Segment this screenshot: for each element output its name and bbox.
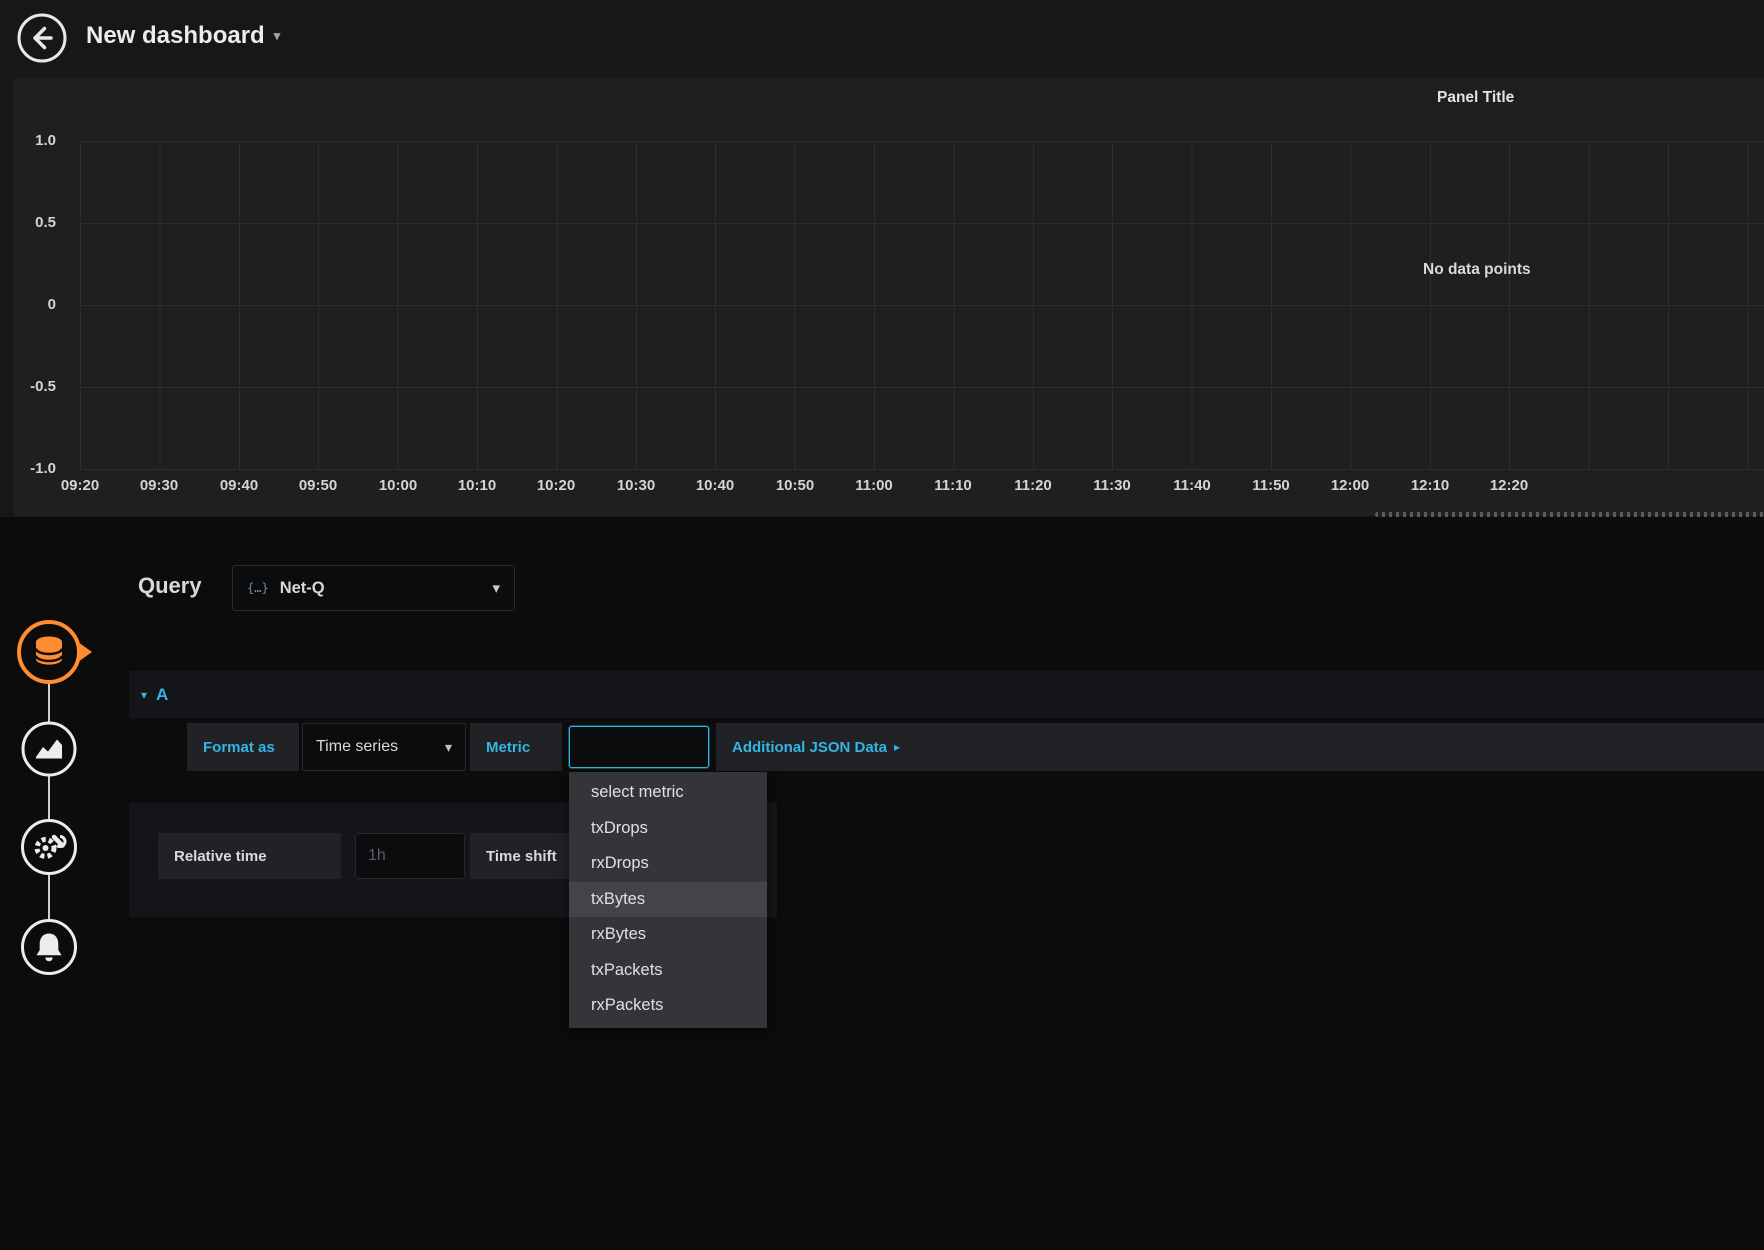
tab-connector-line — [48, 652, 50, 948]
grafana-screen: New dashboard ▾ Panel Title No data point… — [0, 0, 1764, 1250]
metric-dropdown-menu: select metric txDrops rxDrops txBytes rx… — [569, 772, 767, 1028]
x-tick: 12:10 — [1395, 477, 1465, 494]
dropdown-item-txbytes[interactable]: txBytes — [569, 882, 767, 918]
x-tick: 10:10 — [442, 477, 512, 494]
tab-visualization[interactable] — [20, 720, 78, 783]
y-tick: -0.5 — [14, 378, 56, 395]
additional-json-label: Additional JSON Data — [732, 739, 887, 756]
json-braces-icon: {…} — [247, 581, 269, 595]
x-tick: 11:40 — [1157, 477, 1227, 494]
x-tick: 12:20 — [1474, 477, 1544, 494]
database-icon — [15, 617, 92, 687]
tab-general-settings[interactable] — [19, 817, 79, 882]
query-section-label: Query — [138, 573, 202, 599]
chart-icon — [20, 720, 78, 778]
query-ref-id: A — [156, 685, 168, 705]
query-row-header[interactable]: ▾ A — [129, 671, 1764, 718]
plot-area[interactable] — [80, 141, 1764, 470]
chevron-down-icon: ▾ — [492, 579, 500, 597]
y-tick: -1.0 — [14, 460, 56, 477]
format-as-select[interactable]: Time series ▾ — [302, 723, 466, 771]
panel-title[interactable]: Panel Title — [1437, 89, 1514, 107]
no-data-text: No data points — [1423, 261, 1531, 279]
x-tick: 10:30 — [601, 477, 671, 494]
query-editor-row: Format as Time series ▾ Metric Additiona… — [187, 723, 1764, 771]
chevron-down-icon: ▾ — [274, 28, 281, 43]
x-tick: 11:20 — [998, 477, 1068, 494]
format-as-value: Time series — [316, 738, 398, 756]
dashboard-title-text: New dashboard — [86, 22, 265, 49]
dropdown-item-txdrops[interactable]: txDrops — [569, 811, 767, 847]
relative-time-input[interactable] — [355, 833, 465, 879]
dropdown-item-rxbytes[interactable]: rxBytes — [569, 917, 767, 953]
x-tick: 09:30 — [124, 477, 194, 494]
dropdown-item-rxpackets[interactable]: rxPackets — [569, 988, 767, 1024]
x-tick: 11:30 — [1077, 477, 1147, 494]
x-tick: 11:00 — [839, 477, 909, 494]
chevron-right-icon: ▸ — [894, 740, 900, 754]
metric-label: Metric — [470, 723, 562, 771]
relative-time-label: Relative time — [158, 833, 341, 879]
arrow-left-icon — [16, 12, 68, 64]
dashboard-top-region: New dashboard ▾ Panel Title No data point… — [0, 0, 1764, 517]
y-tick: 0.5 — [14, 214, 56, 231]
x-tick: 11:10 — [918, 477, 988, 494]
datasource-name: Net-Q — [280, 579, 325, 598]
x-tick: 09:20 — [45, 477, 115, 494]
datasource-select[interactable]: {…} Net-Q ▾ — [232, 565, 515, 611]
gear-icon — [19, 817, 79, 877]
x-tick: 09:50 — [283, 477, 353, 494]
x-tick: 11:50 — [1236, 477, 1306, 494]
x-tick: 09:40 — [204, 477, 274, 494]
y-tick: 0 — [14, 296, 56, 313]
back-button[interactable] — [16, 12, 68, 64]
x-tick: 10:00 — [363, 477, 433, 494]
dropdown-item-rxdrops[interactable]: rxDrops — [569, 846, 767, 882]
x-tick: 10:40 — [680, 477, 750, 494]
horizontal-scrollbar[interactable] — [1375, 512, 1764, 517]
tab-queries[interactable] — [15, 617, 92, 692]
x-tick: 10:20 — [521, 477, 591, 494]
dropdown-item-select-metric[interactable]: select metric — [569, 775, 767, 811]
dropdown-item-txpackets[interactable]: txPackets — [569, 953, 767, 989]
y-tick: 1.0 — [14, 132, 56, 149]
metric-input[interactable] — [569, 726, 709, 768]
bell-icon — [19, 917, 79, 977]
x-tick: 12:00 — [1315, 477, 1385, 494]
x-tick: 10:50 — [760, 477, 830, 494]
graph-panel: Panel Title No data points 1.0 0.5 0 -0.… — [14, 78, 1764, 516]
tab-alert[interactable] — [19, 917, 79, 982]
format-as-label: Format as — [187, 723, 299, 771]
metric-input-wrap — [565, 723, 713, 771]
chevron-down-icon: ▾ — [141, 688, 147, 702]
dashboard-title[interactable]: New dashboard ▾ — [86, 22, 280, 50]
additional-json-toggle[interactable]: Additional JSON Data ▸ — [716, 723, 1764, 771]
chevron-down-icon: ▾ — [445, 739, 452, 756]
